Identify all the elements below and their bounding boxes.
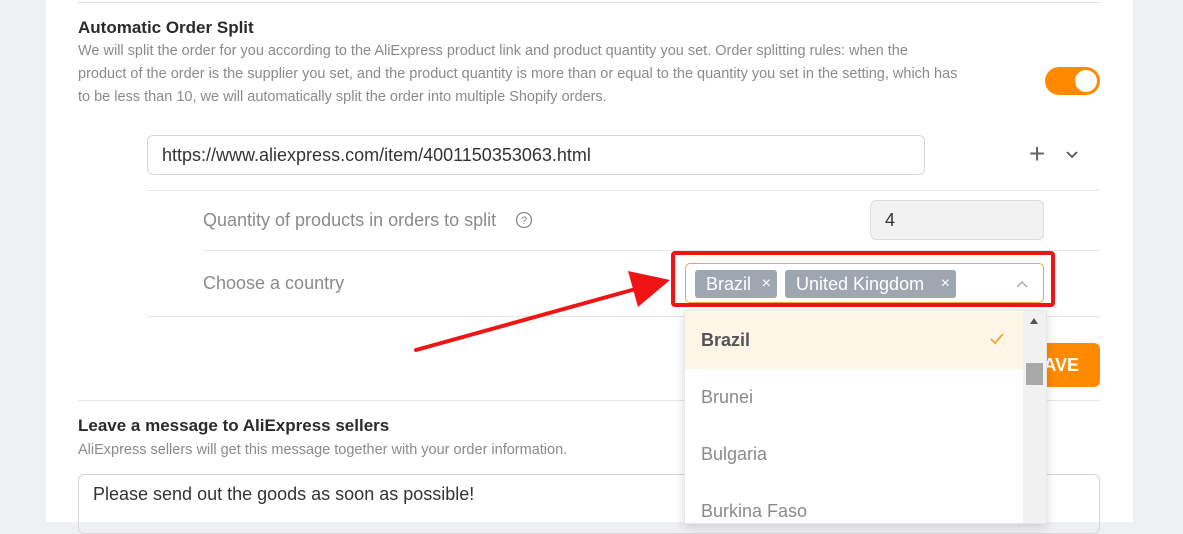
svg-text:?: ? [521,215,527,227]
toggle-knob [1075,70,1097,92]
close-icon[interactable]: × [762,270,771,298]
option-label: Bulgaria [701,444,768,464]
country-label: Choose a country [203,273,345,293]
country-tag: Brazil × [695,270,777,298]
divider [147,190,1100,191]
country-tag-label: United Kingdom [796,274,925,294]
check-icon [990,333,1004,345]
chevron-down-icon[interactable] [1063,146,1081,164]
plus-icon[interactable]: + [1026,140,1048,168]
dropdown-option-brunei[interactable]: Brunei [685,369,1023,426]
country-dropdown: Brazil Brunei Bulgaria Burkina Faso [684,310,1047,524]
order-split-description: We will split the order for you accordin… [78,43,958,105]
message-title: Leave a message to AliExpress sellers [78,416,390,435]
help-icon[interactable]: ? [515,211,533,229]
chevron-up-icon[interactable] [1014,276,1030,292]
option-label: Burkina Faso [701,501,808,521]
scroll-up-icon[interactable] [1029,317,1039,325]
order-split-title: Automatic Order Split [78,18,254,37]
divider [78,2,1100,3]
scrollbar-thumb[interactable] [1026,363,1043,385]
country-tag-label: Brazil [706,274,752,294]
quantity-label: Quantity of products in orders to split [203,210,497,230]
quantity-input[interactable]: 4 [870,200,1044,240]
dropdown-option-brazil[interactable]: Brazil [685,312,1023,369]
dropdown-scrollbar[interactable] [1023,311,1046,523]
order-split-toggle[interactable] [1045,67,1100,95]
option-label: Brunei [701,387,754,407]
product-url-input[interactable] [147,135,925,175]
country-select[interactable]: Brazil × United Kingdom × [685,263,1044,303]
option-label: Brazil [701,330,751,350]
dropdown-option-burkina-faso[interactable]: Burkina Faso [685,483,1023,523]
country-tag: United Kingdom × [785,270,956,298]
dropdown-option-bulgaria[interactable]: Bulgaria [685,426,1023,483]
close-icon[interactable]: × [941,270,950,298]
